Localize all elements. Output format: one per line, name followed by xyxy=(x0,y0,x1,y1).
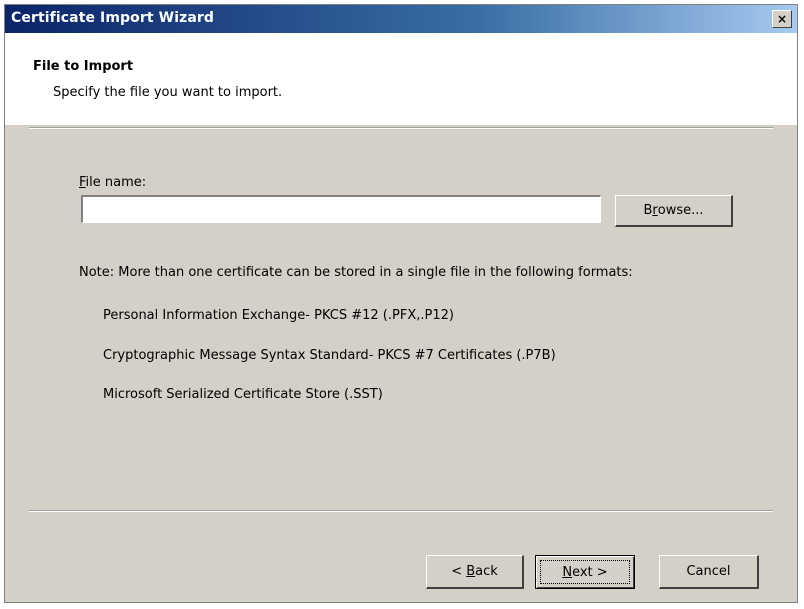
browse-label-pre: B xyxy=(643,203,653,218)
certificate-import-wizard-window: Certificate Import Wizard × File to Impo… xyxy=(4,4,798,603)
cancel-label: Cancel xyxy=(686,564,731,579)
next-button[interactable]: Next > xyxy=(535,555,635,589)
browse-button[interactable]: Br owse... xyxy=(615,195,733,227)
wizard-header: File to Import Specify the file you want… xyxy=(5,33,797,125)
file-name-input[interactable] xyxy=(81,195,601,223)
wizard-content: File name: Br owse... Note: More than one… xyxy=(5,129,797,509)
back-label-accel: B xyxy=(466,564,476,579)
footer-divider xyxy=(29,510,773,512)
next-label-rest: ext > xyxy=(572,564,608,580)
title-bar[interactable]: Certificate Import Wizard × xyxy=(5,5,797,33)
back-label-prefix: < xyxy=(451,564,467,579)
close-button[interactable]: × xyxy=(772,10,792,28)
browse-label-post: owse... xyxy=(657,203,704,218)
window-title: Certificate Import Wizard xyxy=(11,10,215,26)
page-subtitle: Specify the file you want to import. xyxy=(53,85,283,100)
format-item-sst: Microsoft Serialized Certificate Store (… xyxy=(103,387,383,402)
next-label-accel: N xyxy=(562,564,573,580)
file-name-label-text: ile name: xyxy=(85,175,147,190)
format-item-pfx: Personal Information Exchange- PKCS #12 … xyxy=(103,308,454,323)
formats-note: Note: More than one certificate can be s… xyxy=(79,265,633,280)
page-title: File to Import xyxy=(33,59,134,74)
close-icon: × xyxy=(776,12,788,26)
file-name-label: File name: xyxy=(79,175,146,190)
format-item-p7b: Cryptographic Message Syntax Standard- P… xyxy=(103,348,556,363)
back-label-rest: ack xyxy=(475,564,498,579)
cancel-button[interactable]: Cancel xyxy=(659,555,759,589)
back-button[interactable]: < Back xyxy=(426,555,524,589)
